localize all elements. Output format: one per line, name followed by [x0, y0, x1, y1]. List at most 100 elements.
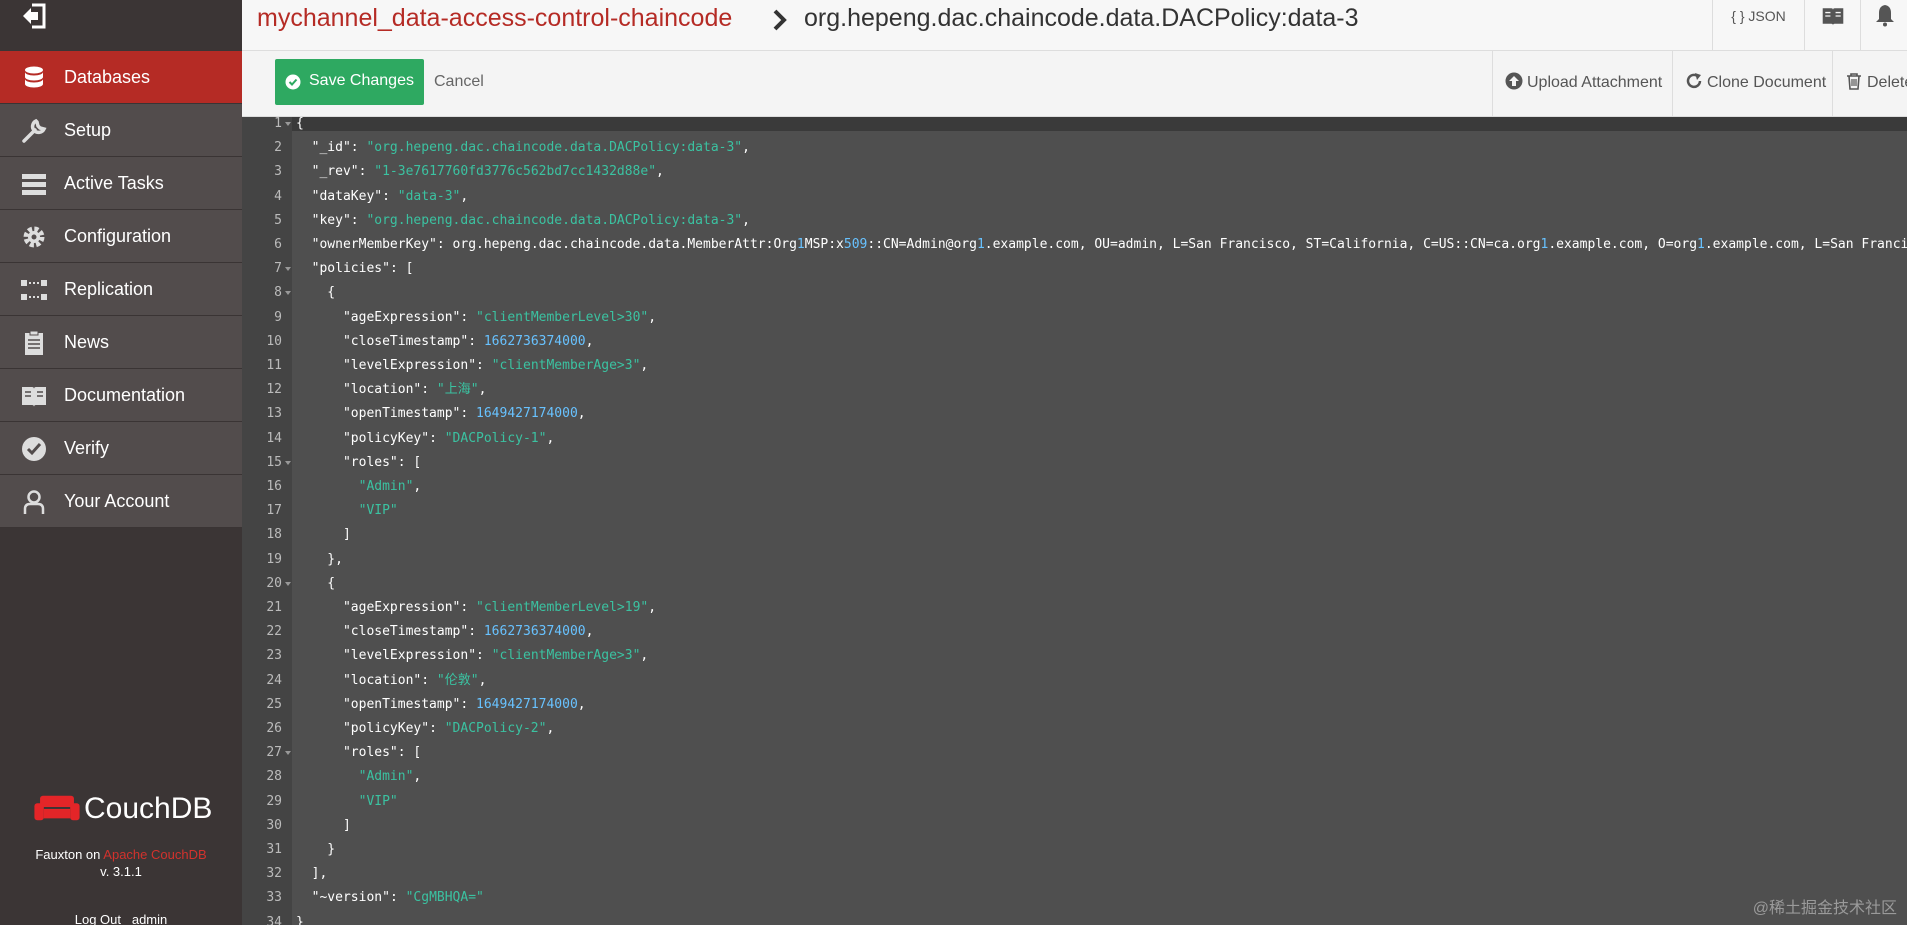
- code-text: "~version": "CgMBHQA=": [311, 890, 484, 906]
- line-number: 2: [274, 140, 282, 156]
- editor-line[interactable]: 6 "ownerMemberKey": org.hepeng.dac.chain…: [242, 233, 1907, 257]
- code-text: "VIP": [358, 793, 398, 809]
- editor-line[interactable]: 30 ]: [242, 814, 1907, 838]
- line-number: 24: [266, 672, 282, 688]
- editor-line[interactable]: 34}: [242, 911, 1907, 925]
- editor-line[interactable]: 4 "dataKey": "data-3",: [242, 185, 1907, 209]
- editor-line[interactable]: 31 }: [242, 838, 1907, 862]
- code-text: "Admin",: [358, 769, 422, 785]
- line-number: 20: [266, 575, 282, 591]
- fold-arrow-icon[interactable]: [285, 266, 291, 272]
- notifications-button[interactable]: [1860, 0, 1907, 50]
- line-number: 14: [266, 430, 282, 446]
- editor-line[interactable]: 25 "openTimestamp": 1649427174000,: [242, 693, 1907, 717]
- editor-line[interactable]: 14 "policyKey": "DACPolicy-1",: [242, 427, 1907, 451]
- editor-line[interactable]: 19 },: [242, 548, 1907, 572]
- sidebar-item-active-tasks[interactable]: Active Tasks: [0, 157, 242, 210]
- editor-line[interactable]: 7 "policies": [: [242, 257, 1907, 281]
- editor-line[interactable]: 16 "Admin",: [242, 475, 1907, 499]
- back-arrow-icon[interactable]: [20, 2, 48, 30]
- code-text: "VIP": [358, 503, 398, 519]
- sidebar-nav: Databases Setup Active Tasks Configurati…: [0, 51, 242, 528]
- couchdb-logo: CouchDB: [34, 788, 214, 832]
- code-text: "policyKey": "DACPolicy-1",: [342, 430, 555, 446]
- editor-line[interactable]: 28 "Admin",: [242, 765, 1907, 789]
- code-text: },: [296, 551, 343, 567]
- json-editor[interactable]: 1{2 "_id": "org.hepeng.dac.chaincode.dat…: [242, 117, 1907, 925]
- replication-icon: [21, 280, 47, 300]
- editor-line[interactable]: 3 "_rev": "1-3e7617760fd3776c562bd7cc143…: [242, 160, 1907, 184]
- line-number: 6: [274, 237, 282, 252]
- fold-arrow-icon[interactable]: [285, 460, 291, 466]
- line-number: 5: [274, 212, 282, 228]
- editor-line[interactable]: 9 "ageExpression": "clientMemberLevel>30…: [242, 306, 1907, 330]
- editor-line[interactable]: 22 "closeTimestamp": 1662736374000,: [242, 620, 1907, 644]
- editor-line[interactable]: 33 "~version": "CgMBHQA=": [242, 886, 1907, 910]
- editor-line[interactable]: 32 ],: [242, 862, 1907, 886]
- code-text: "levelExpression": "clientMemberAge>3",: [342, 358, 649, 373]
- line-number: 21: [266, 600, 282, 615]
- check-circle-icon: [285, 74, 301, 90]
- editor-line[interactable]: 2 "_id": "org.hepeng.dac.chaincode.data.…: [242, 136, 1907, 160]
- fold-arrow-icon[interactable]: [285, 581, 291, 587]
- editor-line[interactable]: 27 "roles": [: [242, 741, 1907, 765]
- sidebar-item-news[interactable]: News: [0, 316, 242, 369]
- sidebar-item-replication[interactable]: Replication: [0, 263, 242, 316]
- editor-line[interactable]: 18 ]: [242, 523, 1907, 547]
- fold-arrow-icon[interactable]: [285, 750, 291, 756]
- editor-line[interactable]: 15 "roles": [: [242, 451, 1907, 475]
- editor-line[interactable]: 12 "location": "上海",: [242, 378, 1907, 402]
- sidebar-item-label: Databases: [64, 67, 151, 87]
- save-changes-button[interactable]: Save Changes: [275, 59, 424, 105]
- json-label: { } JSON: [1731, 8, 1786, 24]
- breadcrumb-document: org.hepeng.dac.chaincode.data.DACPolicy:…: [804, 4, 1359, 32]
- json-button[interactable]: { } JSON: [1712, 0, 1804, 50]
- line-number: 31: [266, 842, 282, 857]
- refresh-icon: [1686, 73, 1702, 89]
- editor-line[interactable]: 20 {: [242, 572, 1907, 596]
- sidebar-item-label: Documentation: [64, 385, 186, 405]
- editor-line[interactable]: 10 "closeTimestamp": 1662736374000,: [242, 330, 1907, 354]
- code-text: "roles": [: [342, 454, 422, 470]
- editor-line[interactable]: 17 "VIP": [242, 499, 1907, 523]
- code-text: "levelExpression": "clientMemberAge>3",: [342, 648, 649, 664]
- line-number: 26: [266, 721, 282, 736]
- editor-line[interactable]: 24 "location": "伦敦",: [242, 669, 1907, 693]
- line-number: 13: [266, 406, 282, 422]
- sidebar-item-configuration[interactable]: Configuration: [0, 210, 242, 263]
- line-number: 25: [266, 696, 282, 712]
- code-text: "location": "伦敦",: [342, 672, 487, 688]
- editor-line[interactable]: 29 "VIP": [242, 790, 1907, 814]
- delete-button[interactable]: Delete: [1832, 51, 1907, 117]
- editor-line[interactable]: 13 "openTimestamp": 1649427174000,: [242, 402, 1907, 426]
- upload-attachment-button[interactable]: Upload Attachment: [1492, 51, 1672, 117]
- logout-link[interactable]: Log Out: [75, 912, 121, 925]
- code-text: }: [296, 914, 304, 925]
- docs-button[interactable]: [1804, 0, 1860, 50]
- chevron-right-icon: [773, 9, 787, 31]
- editor-line[interactable]: 21 "ageExpression": "clientMemberLevel>1…: [242, 596, 1907, 620]
- editor-line[interactable]: 1{: [242, 117, 1907, 136]
- editor-line[interactable]: 23 "levelExpression": "clientMemberAge>3…: [242, 644, 1907, 668]
- editor-line[interactable]: 26 "policyKey": "DACPolicy-2",: [242, 717, 1907, 741]
- code-text: "_rev": "1-3e7617760fd3776c562bd7cc1432d…: [311, 164, 664, 180]
- fold-arrow-icon[interactable]: [285, 290, 291, 296]
- line-number: 27: [266, 745, 282, 761]
- cancel-button[interactable]: Cancel: [434, 73, 484, 91]
- editor-line[interactable]: 8 {: [242, 281, 1907, 305]
- apache-couchdb-link[interactable]: Apache CouchDB: [103, 847, 206, 862]
- clone-document-button[interactable]: Clone Document: [1672, 51, 1832, 117]
- editor-line[interactable]: 11 "levelExpression": "clientMemberAge>3…: [242, 354, 1907, 378]
- breadcrumb-database[interactable]: mychannel_data-access-control-chaincode: [257, 4, 732, 33]
- editor-line[interactable]: 5 "key": "org.hepeng.dac.chaincode.data.…: [242, 209, 1907, 233]
- code-text: ]: [296, 527, 351, 543]
- clipboard-icon: [25, 330, 43, 355]
- sidebar-item-databases[interactable]: Databases: [0, 51, 242, 104]
- sidebar: Databases Setup Active Tasks Configurati…: [0, 0, 242, 925]
- line-number: 33: [266, 890, 282, 906]
- fold-arrow-icon[interactable]: [285, 121, 291, 127]
- sidebar-item-your-account[interactable]: Your Account: [0, 475, 242, 528]
- sidebar-item-setup[interactable]: Setup: [0, 104, 242, 157]
- sidebar-item-verify[interactable]: Verify: [0, 422, 242, 475]
- sidebar-item-documentation[interactable]: Documentation: [0, 369, 242, 422]
